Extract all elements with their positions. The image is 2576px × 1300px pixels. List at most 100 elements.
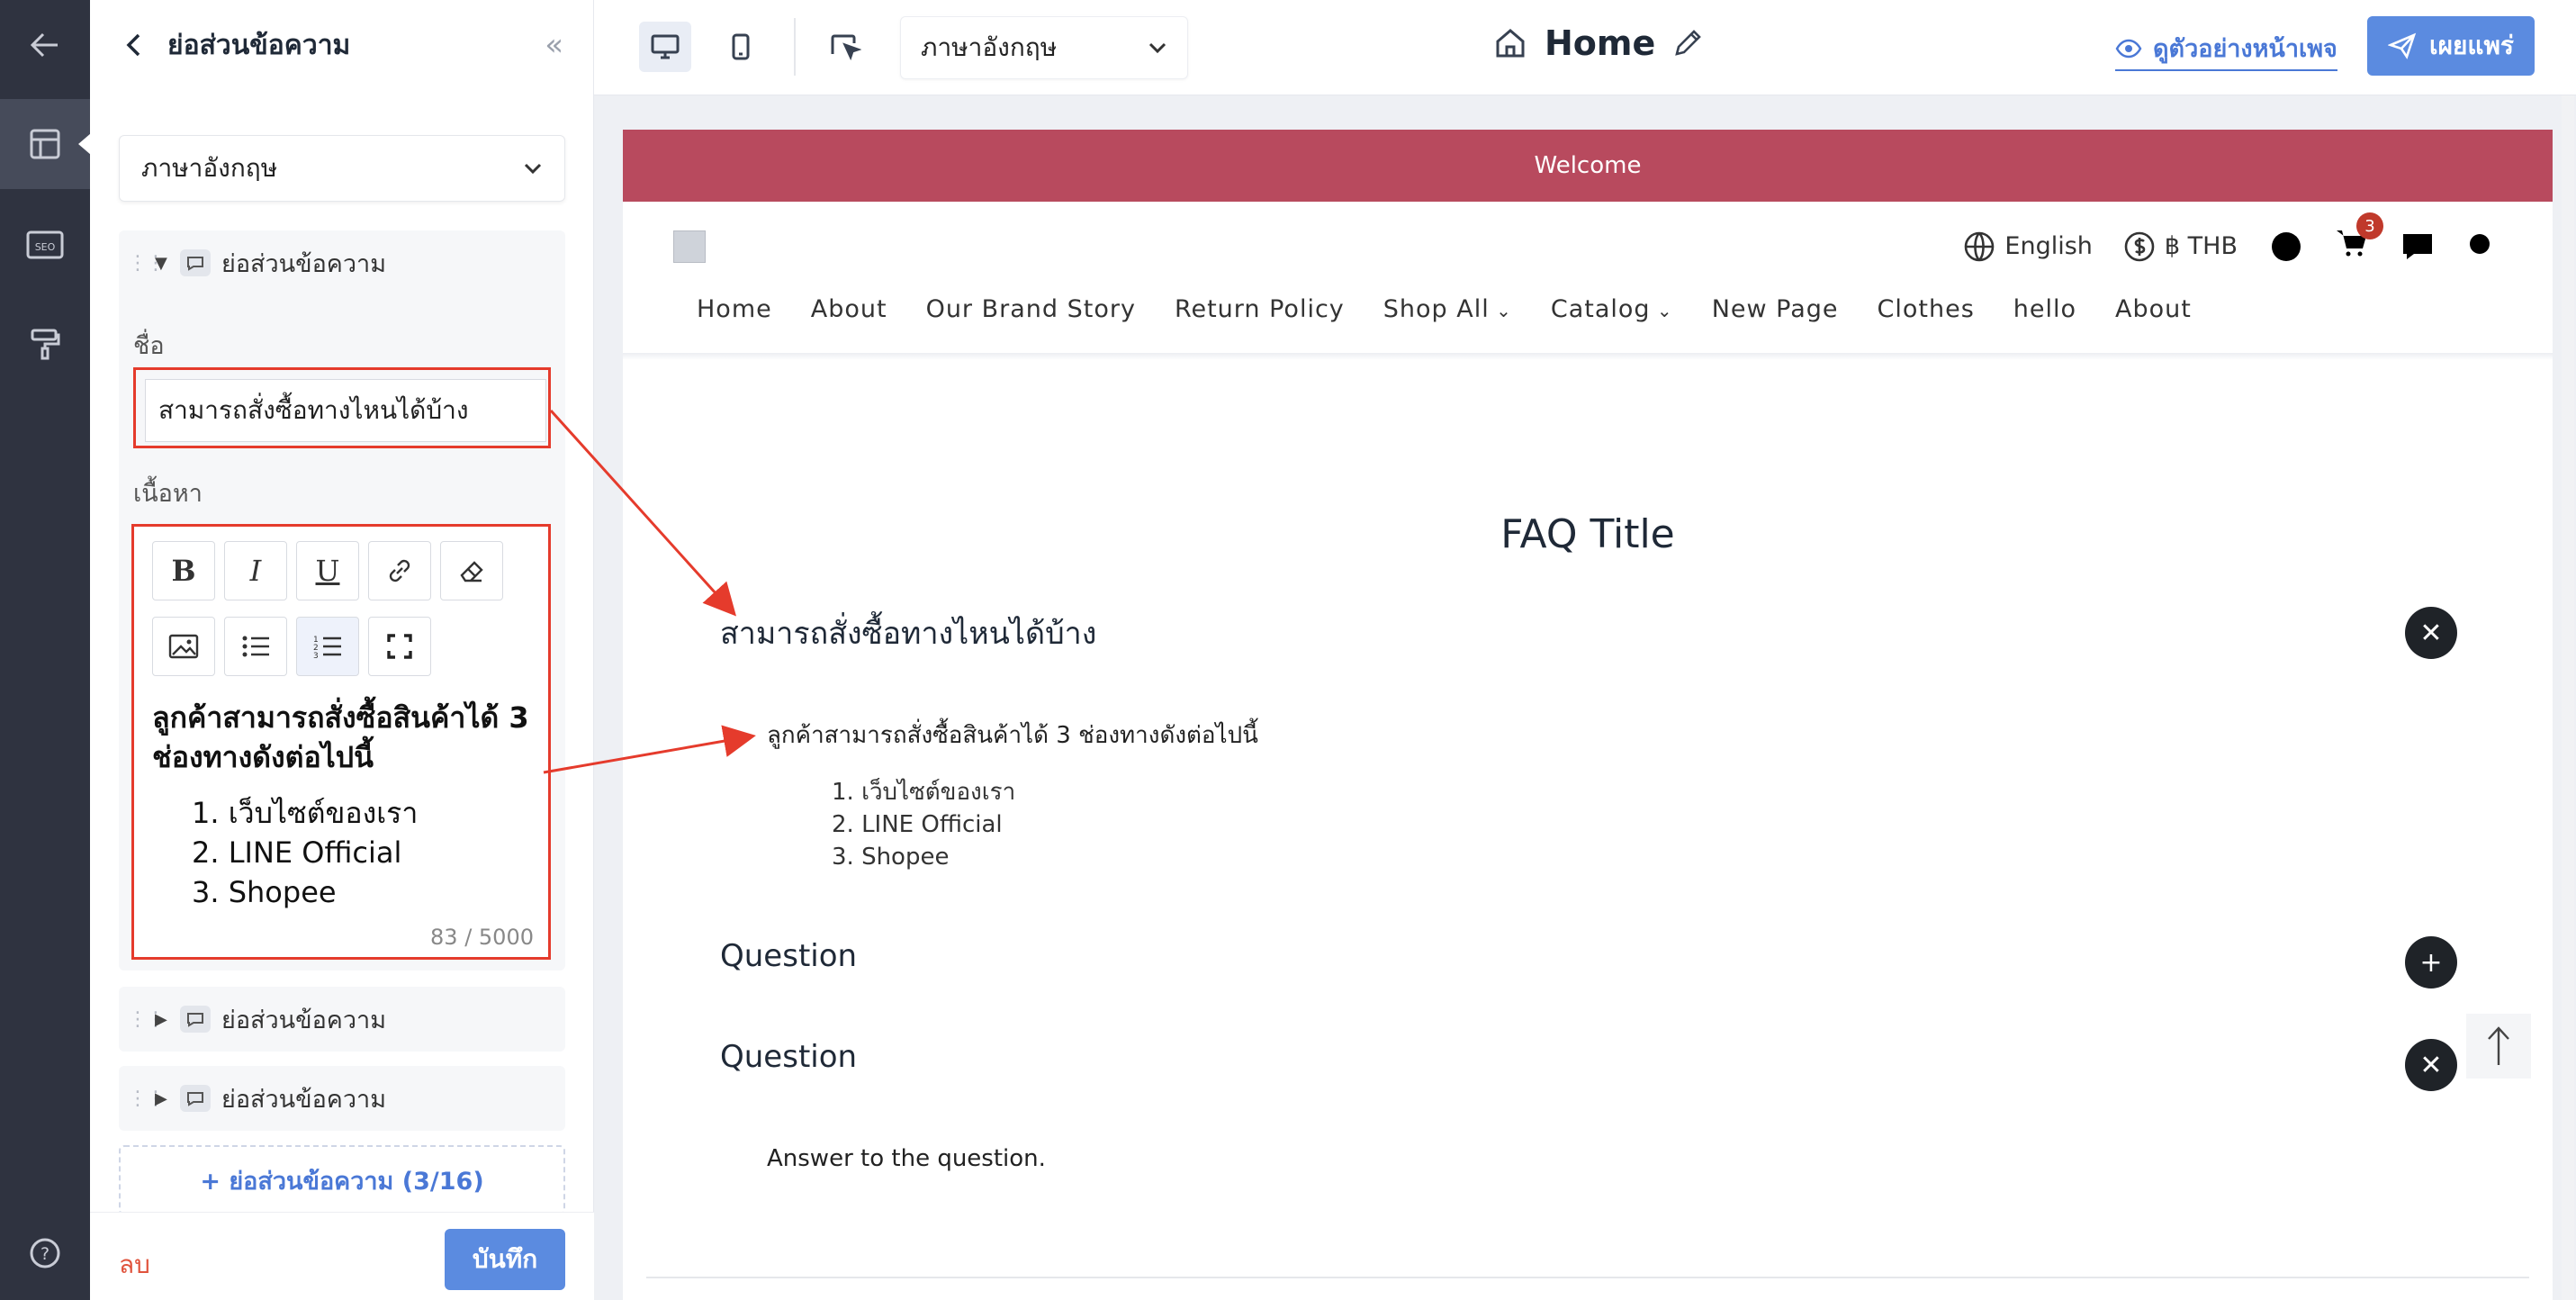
faq-item-header[interactable]: ⋮⋮ ▼ ย่อส่วนข้อความ xyxy=(119,230,565,295)
preview-language-select[interactable]: ภาษาอังกฤษ xyxy=(900,16,1188,79)
site-main-nav: Home About Our Brand Story Return Policy… xyxy=(697,295,2192,323)
fullscreen-button[interactable] xyxy=(368,617,431,676)
cursor-select-icon xyxy=(831,34,861,61)
layout-icon xyxy=(30,129,60,159)
search-icon[interactable] xyxy=(2466,230,2499,263)
desktop-view-button[interactable] xyxy=(639,22,691,72)
bullet-list-button[interactable] xyxy=(224,617,287,676)
insert-image-button[interactable] xyxy=(152,617,215,676)
clear-format-button[interactable] xyxy=(440,541,503,600)
announcement-bar[interactable]: Welcome xyxy=(623,130,2553,202)
faq-collapse-button[interactable]: ✕ xyxy=(2405,1039,2457,1091)
nav-link-home[interactable]: Home xyxy=(697,295,772,323)
close-icon: ✕ xyxy=(2419,1049,2443,1081)
store-logo[interactable] xyxy=(673,230,706,263)
preview-page-link[interactable]: ดูตัวอย่างหน้าเพจ xyxy=(2115,29,2337,71)
seo-tab[interactable]: SEO xyxy=(0,200,90,290)
help-button[interactable]: ? xyxy=(0,1208,90,1298)
back-button[interactable] xyxy=(0,0,90,90)
nav-link-return-policy[interactable]: Return Policy xyxy=(1175,295,1345,323)
link-button[interactable] xyxy=(368,541,431,600)
chat-message-icon[interactable] xyxy=(2400,230,2436,263)
caret-down-icon[interactable]: ▼ xyxy=(155,254,180,273)
icon-rail: SEO ? xyxy=(0,0,91,1300)
header-divider xyxy=(623,353,2553,360)
caret-right-icon[interactable]: ▶ xyxy=(155,1010,180,1029)
name-field-label: ชื่อ xyxy=(133,332,165,360)
nav-link-shop-all[interactable]: Shop All xyxy=(1383,295,1512,323)
faq-item-header-label: ย่อส่วนข้อความ xyxy=(221,249,386,278)
currency-label: ฿ THB xyxy=(2164,232,2238,260)
language-switcher[interactable]: English xyxy=(1963,230,2093,263)
currency-switcher[interactable]: ฿ THB xyxy=(2123,230,2238,263)
drag-handle-icon[interactable]: ⋮⋮ xyxy=(128,252,166,275)
language-select[interactable]: ภาษาอังกฤษ xyxy=(119,135,565,202)
page-title-text: Home xyxy=(1545,23,1656,63)
nav-link-catalog[interactable]: Catalog xyxy=(1551,295,1673,323)
editor-topbar: ภาษาอังกฤษ Home ดูตัวอย่างหน้าเพจ เผยแพร… xyxy=(594,0,2576,95)
faq-answer-list: 1. เว็บไซต์ของเรา 2. LINE Official 3. Sh… xyxy=(832,776,1015,873)
faq-question[interactable]: สามารถสั่งซื้อทางไหนได้บ้าง xyxy=(720,609,1096,657)
faq-item-editor-collapsed[interactable]: ⋮⋮ ▶ ย่อส่วนข้อความ xyxy=(119,987,565,1052)
content-field-label: เนื้อหา xyxy=(133,480,203,508)
save-button[interactable]: บันทึก xyxy=(445,1229,565,1290)
nav-link-our-brand-story[interactable]: Our Brand Story xyxy=(926,295,1136,323)
cart-button[interactable]: 3 xyxy=(2335,212,2383,266)
faq-expand-button[interactable]: + xyxy=(2405,936,2457,989)
cart-count-badge: 3 xyxy=(2356,212,2383,239)
preview-link-label: ดูตัวอย่างหน้าเพจ xyxy=(2153,35,2337,63)
language-label: English xyxy=(2004,232,2093,260)
faq-answer: Answer to the question. xyxy=(767,1145,1046,1172)
nav-link-clothes[interactable]: Clothes xyxy=(1878,295,1975,323)
name-field[interactable]: สามารถสั่งซื้อทางไหนได้บ้าง xyxy=(145,379,546,442)
faq-question[interactable]: Question xyxy=(720,938,857,974)
faq-collapse-button[interactable]: ✕ xyxy=(2405,607,2457,659)
numbered-list-button[interactable]: 123 xyxy=(296,617,359,676)
editor-list-item: 2. LINE Official xyxy=(192,835,402,870)
delete-button[interactable]: ลบ xyxy=(119,1245,150,1285)
scroll-to-top-button[interactable] xyxy=(2466,1014,2531,1079)
bold-button[interactable]: B xyxy=(152,541,215,600)
faq-answer: ลูกค้าสามารถสั่งซื้อสินค้าได้ 3 ช่องทางด… xyxy=(767,722,1258,749)
select-element-button[interactable] xyxy=(819,22,871,72)
add-faq-item-button[interactable]: + ย่อส่วนข้อความ (3/16) xyxy=(119,1145,565,1215)
page-title[interactable]: Home xyxy=(1492,23,1704,63)
publish-button[interactable]: เผยแพร่ xyxy=(2367,16,2535,76)
nav-link-about-2[interactable]: About xyxy=(2115,295,2192,323)
chat-bubble-icon xyxy=(180,1006,211,1033)
drag-handle-icon[interactable]: ⋮⋮ xyxy=(128,1088,166,1110)
content-editor[interactable]: B I U 123 ลูกค้าสามารถสั่งซื้อสินค้าได้ … xyxy=(131,524,551,960)
faq-item-editor-collapsed[interactable]: ⋮⋮ ▶ ย่อส่วนข้อความ xyxy=(119,1066,565,1131)
chat-bubble-icon xyxy=(180,1085,211,1112)
canvas-scrollbar[interactable] xyxy=(2562,95,2574,1300)
editor-content[interactable]: ลูกค้าสามารถสั่งซื้อสินค้าได้ 3 ช่องทางด… xyxy=(152,698,530,912)
sidebar-title: ย่อส่วนข้อความ xyxy=(167,29,351,61)
section-editor-sidebar: ย่อส่วนข้อความ « ภาษาอังกฤษ ⋮⋮ ▼ ย่อส่วน… xyxy=(90,0,594,1300)
section-divider xyxy=(646,1277,2529,1278)
toolbar-divider xyxy=(794,18,796,76)
seo-icon: SEO xyxy=(26,230,64,259)
mobile-view-button[interactable] xyxy=(715,22,767,72)
pencil-edit-icon[interactable] xyxy=(1671,27,1704,59)
italic-button[interactable]: I xyxy=(224,541,287,600)
globe-icon xyxy=(1965,231,1995,261)
nav-link-hello[interactable]: hello xyxy=(2013,295,2076,323)
drag-handle-icon[interactable]: ⋮⋮ xyxy=(128,1008,166,1031)
site-utility-bar: English ฿ THB 3 xyxy=(1963,212,2499,266)
help-icon-text: ? xyxy=(41,1244,50,1264)
paint-roller-icon xyxy=(31,329,60,360)
user-account-icon[interactable] xyxy=(2268,229,2304,265)
nav-link-about[interactable]: About xyxy=(811,295,887,323)
mobile-icon xyxy=(732,33,750,60)
underline-button[interactable]: U xyxy=(296,541,359,600)
chevron-left-icon[interactable] xyxy=(124,32,144,59)
faq-question[interactable]: Question xyxy=(720,1039,857,1075)
sidebar-header: ย่อส่วนข้อความ « xyxy=(90,0,594,90)
nav-link-new-page[interactable]: New Page xyxy=(1712,295,1839,323)
collapse-sidebar-icon[interactable]: « xyxy=(545,27,563,63)
layout-tab[interactable] xyxy=(0,99,91,189)
link-icon xyxy=(389,559,410,582)
caret-right-icon[interactable]: ▶ xyxy=(155,1089,180,1108)
seo-icon-text: SEO xyxy=(35,241,56,253)
theme-tab[interactable] xyxy=(0,299,90,389)
